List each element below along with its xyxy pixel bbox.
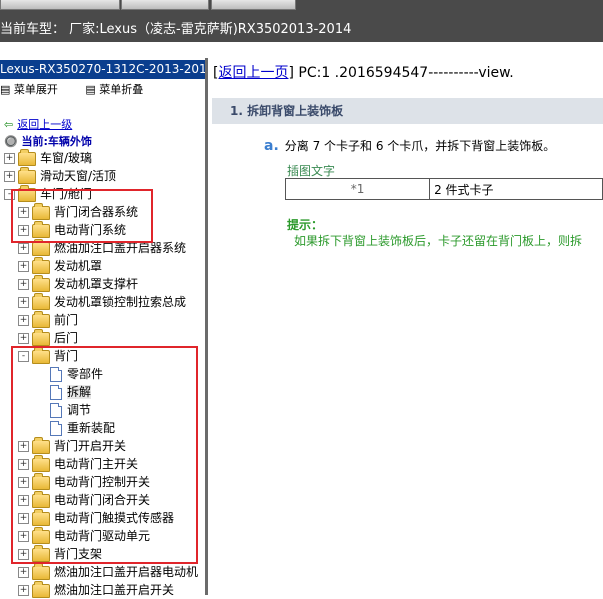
expand-toggle-icon[interactable]: + [18,567,29,578]
tree-item[interactable]: + 滑动天窗/活顶 [4,166,117,185]
expand-toggle-icon[interactable]: + [18,585,29,596]
highlight-box-backdoor [11,346,198,564]
back-page-link[interactable]: 返回上一页 [218,65,288,81]
tree-item[interactable]: + 燃油加注口盖开启器电动机 [18,562,199,581]
menu-expand-button[interactable]: ▤ 菜单展开 [0,83,70,96]
ref-cell: *1 [284,178,431,200]
illustration-title: 插图文字 [287,164,336,178]
tree-item[interactable]: + 燃油加注口盖开启开关 [18,580,174,599]
folder-icon [32,328,50,346]
current-car-title: 当前车型： 厂家:Lexus（凌志-雷克萨斯)RX3502013-2014 [0,22,352,37]
tree-item[interactable]: + 车窗/玻璃 [4,148,93,167]
step-marker: a. [264,138,279,154]
menu-collapse-button[interactable]: ▤ 菜单折叠 [85,83,155,96]
expand-toggle-icon[interactable]: + [18,261,29,272]
table-row: *1 2 件式卡子 [284,178,603,200]
highlight-box-system [11,189,153,243]
step-text: 分离 7 个卡子和 6 个卡爪，并拆下背窗上装饰板。 [284,139,556,153]
illustration-table: *1 2 件式卡子 [284,178,603,200]
tip-label: 提示： [287,218,324,232]
folder-icon [32,256,50,274]
tree-item[interactable]: + 发动机罩 [18,256,103,275]
desc-cell: 2 件式卡子 [429,178,603,200]
toolbar-tab-1[interactable] [0,0,120,10]
expand-toggle-icon[interactable]: + [18,279,29,290]
tree-item[interactable]: + 前门 [18,310,79,329]
tip-text: 如果拆下背窗上装饰板后，卡子还留在背门板上，则拆 [294,234,583,248]
model-bar: Lexus-RX350270-1312C-2013-2014 [0,60,206,79]
expand-toggle-icon[interactable]: + [4,171,15,182]
tree-item-label: 发动机罩支撑杆 [54,277,139,291]
panel-splitter[interactable] [205,58,208,595]
tree-item-label: 前门 [54,313,79,327]
tree-item[interactable]: + 发动机罩锁控制拉索总成 [18,292,187,311]
back-arrow-icon: ⇦ [4,118,14,131]
expand-toggle-icon[interactable]: + [18,297,29,308]
tree-item-label: 后门 [54,331,79,345]
folder-icon [32,310,50,328]
folder-icon [18,148,36,166]
section-title: 1. 拆卸背窗上装饰板 [212,98,603,124]
procedure-step: a. 分离 7 个卡子和 6 个卡爪，并拆下背窗上装饰板。 [264,137,555,154]
folder-icon [18,166,36,184]
tree-item-label: 车窗/玻璃 [40,151,93,165]
folder-icon [32,580,50,598]
expand-toggle-icon[interactable]: + [4,153,15,164]
toolbar-tab-3[interactable] [211,0,296,10]
folder-icon [32,238,50,256]
folder-icon [32,274,50,292]
expand-toggle-icon[interactable]: + [18,333,29,344]
expand-toggle-icon[interactable]: + [18,243,29,254]
page-breadcrumb: [返回上一页] PC:1 .2016594547----------view. [213,65,514,81]
folder-icon [32,562,50,580]
tree-item[interactable]: + 发动机罩支撑杆 [18,274,139,293]
current-category: 🔘 当前:车辆外饰 [4,135,92,148]
folder-icon [32,292,50,310]
tree-item-label: 燃油加注口盖开启器电动机 [54,565,199,579]
menu-bar: ▤ 菜单展开 ▤ 菜单折叠 [0,81,167,97]
top-toolbar: 当前车型： 厂家:Lexus（凌志-雷克萨斯)RX3502013-2014 [0,0,603,42]
tree-item[interactable]: + 后门 [18,328,79,347]
tree-item-label: 发动机罩 [54,259,103,273]
tree-item-label: 发动机罩锁控制拉索总成 [54,295,187,309]
tree-item-label: 滑动天窗/活顶 [40,169,117,183]
toolbar-tab-2[interactable] [121,0,209,10]
expand-toggle-icon[interactable]: + [18,315,29,326]
tree-item-label: 燃油加注口盖开启器系统 [54,241,187,255]
back-up-link[interactable]: ⇦ 返回上一级 [4,116,72,132]
